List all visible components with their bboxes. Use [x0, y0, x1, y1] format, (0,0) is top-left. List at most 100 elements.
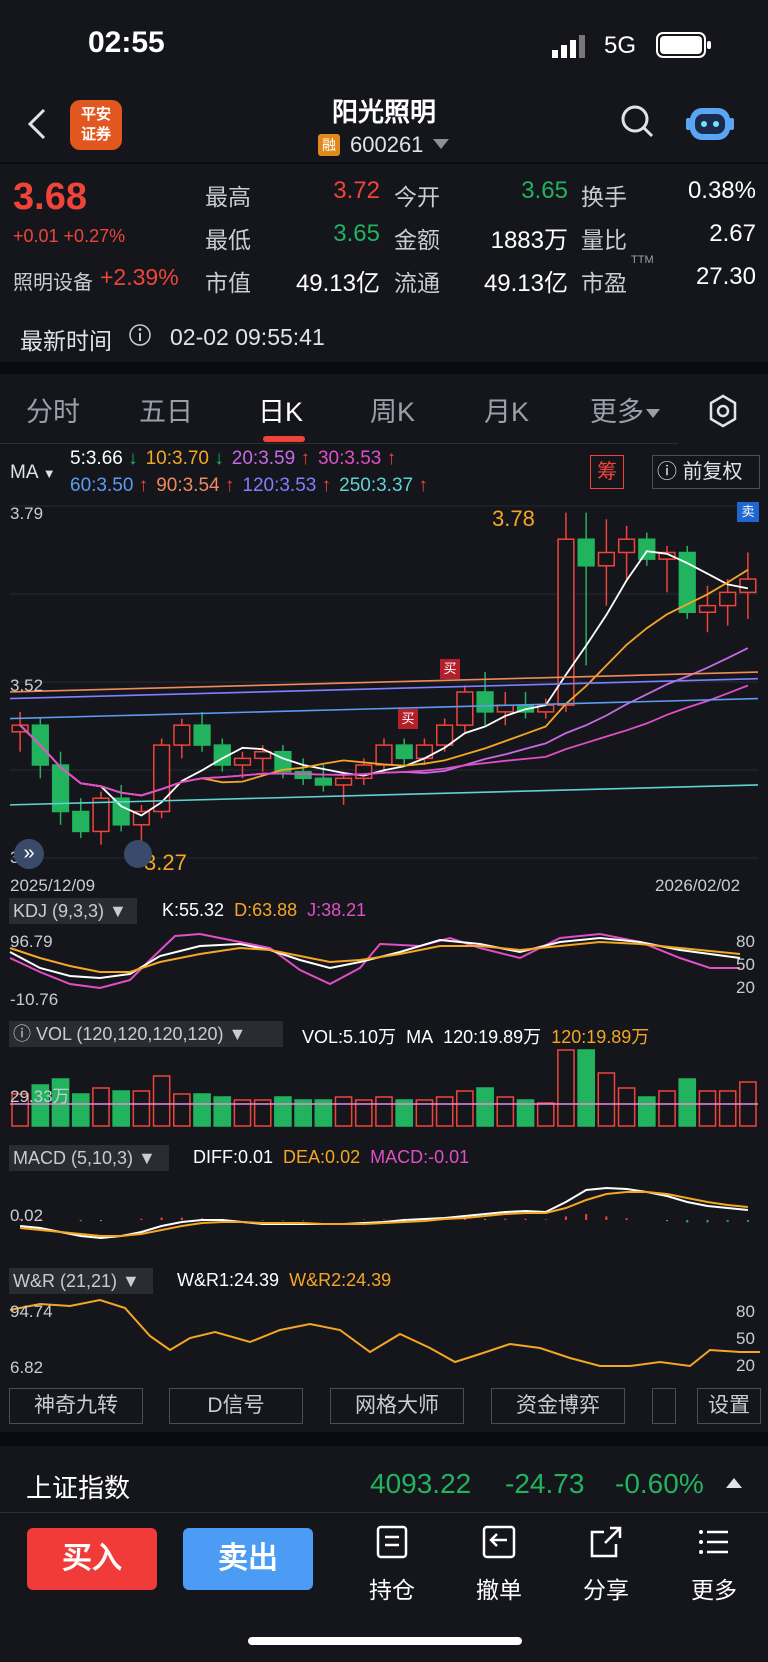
kline-date-start: 2025/12/09 — [10, 876, 96, 895]
settings-gear-icon[interactable] — [706, 394, 740, 433]
turnover-value: 0.38% — [687, 177, 756, 204]
volume-bar — [557, 1049, 575, 1127]
sell-signal-tag: 卖 — [737, 502, 759, 522]
active-tab-indicator — [263, 436, 305, 442]
share-button[interactable]: 分享 — [566, 1524, 646, 1605]
kline-high-marker: 3.78 — [492, 506, 535, 531]
macd-dea-line — [20, 1191, 748, 1237]
wr-selector[interactable]: W&R (21,21) ▼ — [9, 1268, 153, 1294]
info-icon[interactable] — [128, 323, 152, 352]
ma-selector[interactable]: MA ▼ — [10, 462, 56, 484]
tool-settings[interactable]: 设置 — [697, 1388, 761, 1424]
volume-bar — [718, 1090, 737, 1127]
buy-signal-tag: 买 — [440, 659, 460, 679]
ma-legend-item: 90:3.54 ↑ — [156, 475, 235, 496]
open-value: 3.65 — [521, 177, 568, 204]
volume-bar — [698, 1090, 717, 1127]
price-change: +0.01 +0.27% — [13, 226, 126, 246]
candle-body — [254, 750, 272, 760]
vol-y-label: 29.33万 — [10, 1087, 70, 1106]
sector-label[interactable]: 照明设备 — [13, 266, 93, 295]
cancel-order-button[interactable]: 撤单 — [459, 1524, 539, 1605]
volume-bar — [152, 1075, 171, 1127]
volume-bar — [617, 1087, 636, 1127]
macd-y-label: 0.02 — [10, 1206, 44, 1225]
stock-name[interactable]: 阳光照明 — [300, 92, 468, 129]
market-cap-label: 市值 — [205, 270, 251, 296]
tab-intraday[interactable]: 分时 — [26, 390, 80, 429]
kdj-y-bot: -10.76 — [10, 990, 59, 1009]
candle-body — [698, 604, 717, 614]
tool-nine-turn[interactable]: 神奇九转 — [9, 1388, 143, 1424]
tool-grid-master[interactable]: 网格大师 — [330, 1388, 464, 1424]
tab-five-day[interactable]: 五日 — [139, 390, 193, 429]
volume-bar — [597, 1072, 616, 1127]
ma-legend-item: 120:3.53 ↑ — [242, 475, 332, 496]
low-label: 最低 — [205, 227, 251, 253]
kdj-y-top: 96.79 — [10, 932, 53, 951]
more-button[interactable]: 更多 — [674, 1524, 754, 1605]
tab-more[interactable]: 更多 — [590, 390, 660, 429]
volume-ratio-value: 2.67 — [709, 220, 756, 247]
sector-change[interactable]: +2.39% — [100, 264, 179, 291]
tool-capital-game[interactable]: 资金博弈 — [491, 1388, 625, 1424]
volume-bar — [112, 1090, 131, 1127]
date-range-icon[interactable] — [124, 840, 152, 868]
expand-icon[interactable]: » — [14, 839, 44, 869]
ma-legend-row1: 5:3.66 ↓ 10:3.70 ↓ 20:3.59 ↑ 30:3.53 ↑ — [70, 448, 404, 470]
sell-button[interactable]: 卖出 — [183, 1528, 313, 1590]
share-icon — [590, 1526, 622, 1558]
search-icon[interactable] — [620, 104, 656, 145]
back-icon[interactable] — [22, 104, 52, 144]
ma-legend-item: 20:3.59 ↑ — [231, 448, 310, 469]
volume-bar — [71, 1093, 90, 1127]
tab-monthly-k[interactable]: 月K — [484, 390, 529, 429]
tab-daily-k[interactable]: 日K — [258, 390, 303, 429]
kdj-j-line — [9, 932, 740, 990]
kdj-ref-20: 20 — [736, 978, 755, 997]
volume-bar — [193, 1093, 211, 1127]
ma-legend-row2: 60:3.50 ↑ 90:3.54 ↑ 120:3.53 ↑ 250:3.37 ↑ — [70, 475, 436, 497]
macd-selector[interactable]: MACD (5,10,3) ▼ — [9, 1145, 169, 1171]
wr-y-bot: 6.82 — [10, 1358, 44, 1377]
volume-bar — [536, 1102, 555, 1127]
kline-chart[interactable] — [0, 498, 768, 870]
wr-y-top: 94.74 — [10, 1302, 53, 1321]
chip-distribution-button[interactable]: 筹 — [590, 455, 624, 489]
tool-d-signal[interactable]: D信号 — [169, 1388, 303, 1424]
vol-selector[interactable]: ⓘ VOL (120,120,120,120) ▼ — [9, 1021, 283, 1047]
macd-chart — [19, 1186, 749, 1240]
latest-time-value: 02-02 09:55:41 — [170, 324, 325, 350]
buy-button[interactable]: 买入 — [27, 1528, 157, 1590]
tool-more[interactable] — [652, 1388, 676, 1424]
candle-body — [719, 591, 737, 607]
volume-bar — [577, 1049, 595, 1127]
wr-values: W&R1:24.39 W&R2:24.39 — [177, 1270, 392, 1290]
adjust-mode-selector[interactable]: ⓘ 前复权 — [652, 455, 760, 489]
kdj-selector[interactable]: KDJ (9,3,3) ▼ — [9, 898, 137, 924]
candle-body — [314, 777, 332, 786]
turnover-label: 换手 — [581, 184, 627, 210]
ma-legend-item: 5:3.66 ↓ — [70, 448, 138, 469]
index-percent: -0.60% — [615, 1468, 704, 1499]
ma-legend-item: 30:3.53 ↑ — [317, 448, 397, 469]
chevron-down-icon[interactable] — [433, 139, 449, 149]
volume-bar — [658, 1090, 676, 1127]
holdings-button[interactable]: 持仓 — [352, 1524, 432, 1605]
market-cap-value: 49.13亿 — [295, 270, 380, 297]
pe-label: 市盈 — [581, 270, 627, 296]
vol-values: VOL:5.10万 MA 120:19.89万 120:19.89万 — [302, 1027, 650, 1047]
kline-date-end: 2026/02/02 — [655, 876, 741, 895]
tab-weekly-k[interactable]: 周K — [370, 390, 415, 429]
candle-body — [395, 744, 413, 760]
current-price: 3.68 — [13, 176, 87, 218]
index-value: 4093.22 — [370, 1468, 472, 1499]
volume-bar — [637, 1096, 656, 1127]
index-name[interactable]: 上证指数 — [26, 1468, 130, 1505]
volume-bar — [132, 1090, 151, 1127]
ma-legend-item: 10:3.70 ↓ — [145, 448, 224, 469]
robot-assistant-icon[interactable] — [686, 100, 734, 149]
ma-line — [19, 550, 749, 817]
stock-code[interactable]: 600261 — [350, 132, 423, 158]
chevron-up-icon[interactable] — [726, 1478, 742, 1488]
